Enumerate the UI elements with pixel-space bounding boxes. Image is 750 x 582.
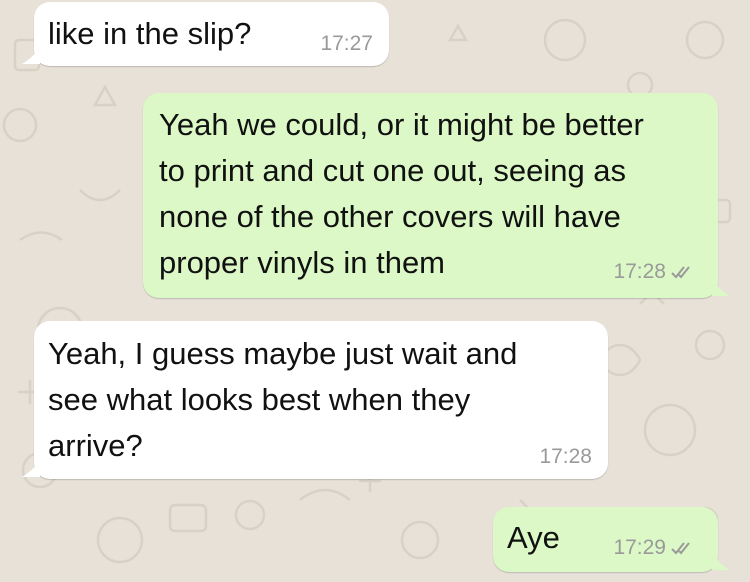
double-check-icon: [671, 542, 690, 555]
double-check-icon: [671, 266, 690, 279]
message-meta: 17:28: [539, 445, 592, 469]
bubble-tail-incoming: [22, 461, 40, 477]
message-timestamp: 17:29: [613, 536, 666, 559]
message-bubble-incoming[interactable]: Yeah, I guess maybe just wait and see wh…: [34, 321, 608, 479]
message-bubble-outgoing[interactable]: Yeah we could, or it might be better to …: [143, 93, 718, 298]
message-bubble-incoming[interactable]: like in the slip? 17:27: [34, 2, 389, 66]
message-meta: 17:27: [320, 32, 373, 56]
bubble-tail-outgoing: [712, 280, 730, 296]
message-timestamp: 17:27: [320, 32, 373, 55]
bubble-tail-outgoing: [712, 554, 730, 570]
message-timestamp: 17:28: [539, 445, 592, 468]
message-timestamp: 17:28: [613, 260, 666, 283]
message-text: Yeah we could, or it might be better to …: [159, 107, 644, 280]
message-meta: 17:28: [613, 260, 698, 284]
bubble-tail-incoming: [22, 48, 40, 64]
message-meta: 17:29: [613, 536, 698, 560]
message-bubble-outgoing[interactable]: Aye 17:29: [493, 507, 718, 572]
message-text: Yeah, I guess maybe just wait and see wh…: [48, 336, 518, 463]
